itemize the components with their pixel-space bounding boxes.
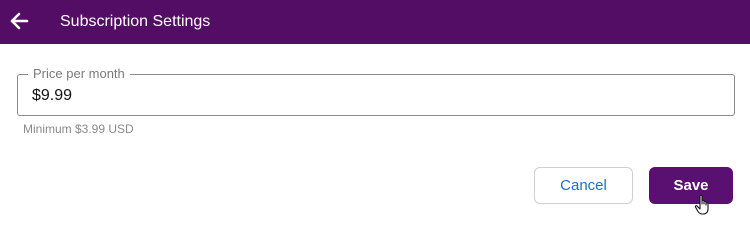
price-per-month-field[interactable]: Price per month bbox=[17, 66, 735, 116]
arrow-left-icon bbox=[10, 12, 29, 30]
cancel-button[interactable]: Cancel bbox=[534, 167, 633, 204]
save-button[interactable]: Save bbox=[649, 167, 733, 204]
app-bar: Subscription Settings bbox=[0, 0, 750, 44]
price-helper-text: Minimum $3.99 USD bbox=[23, 122, 134, 136]
back-button[interactable] bbox=[4, 6, 34, 36]
hand-pointer-icon bbox=[694, 194, 709, 215]
price-field-label: Price per month bbox=[28, 66, 130, 82]
page-title: Subscription Settings bbox=[60, 13, 211, 30]
price-input[interactable] bbox=[32, 85, 722, 107]
